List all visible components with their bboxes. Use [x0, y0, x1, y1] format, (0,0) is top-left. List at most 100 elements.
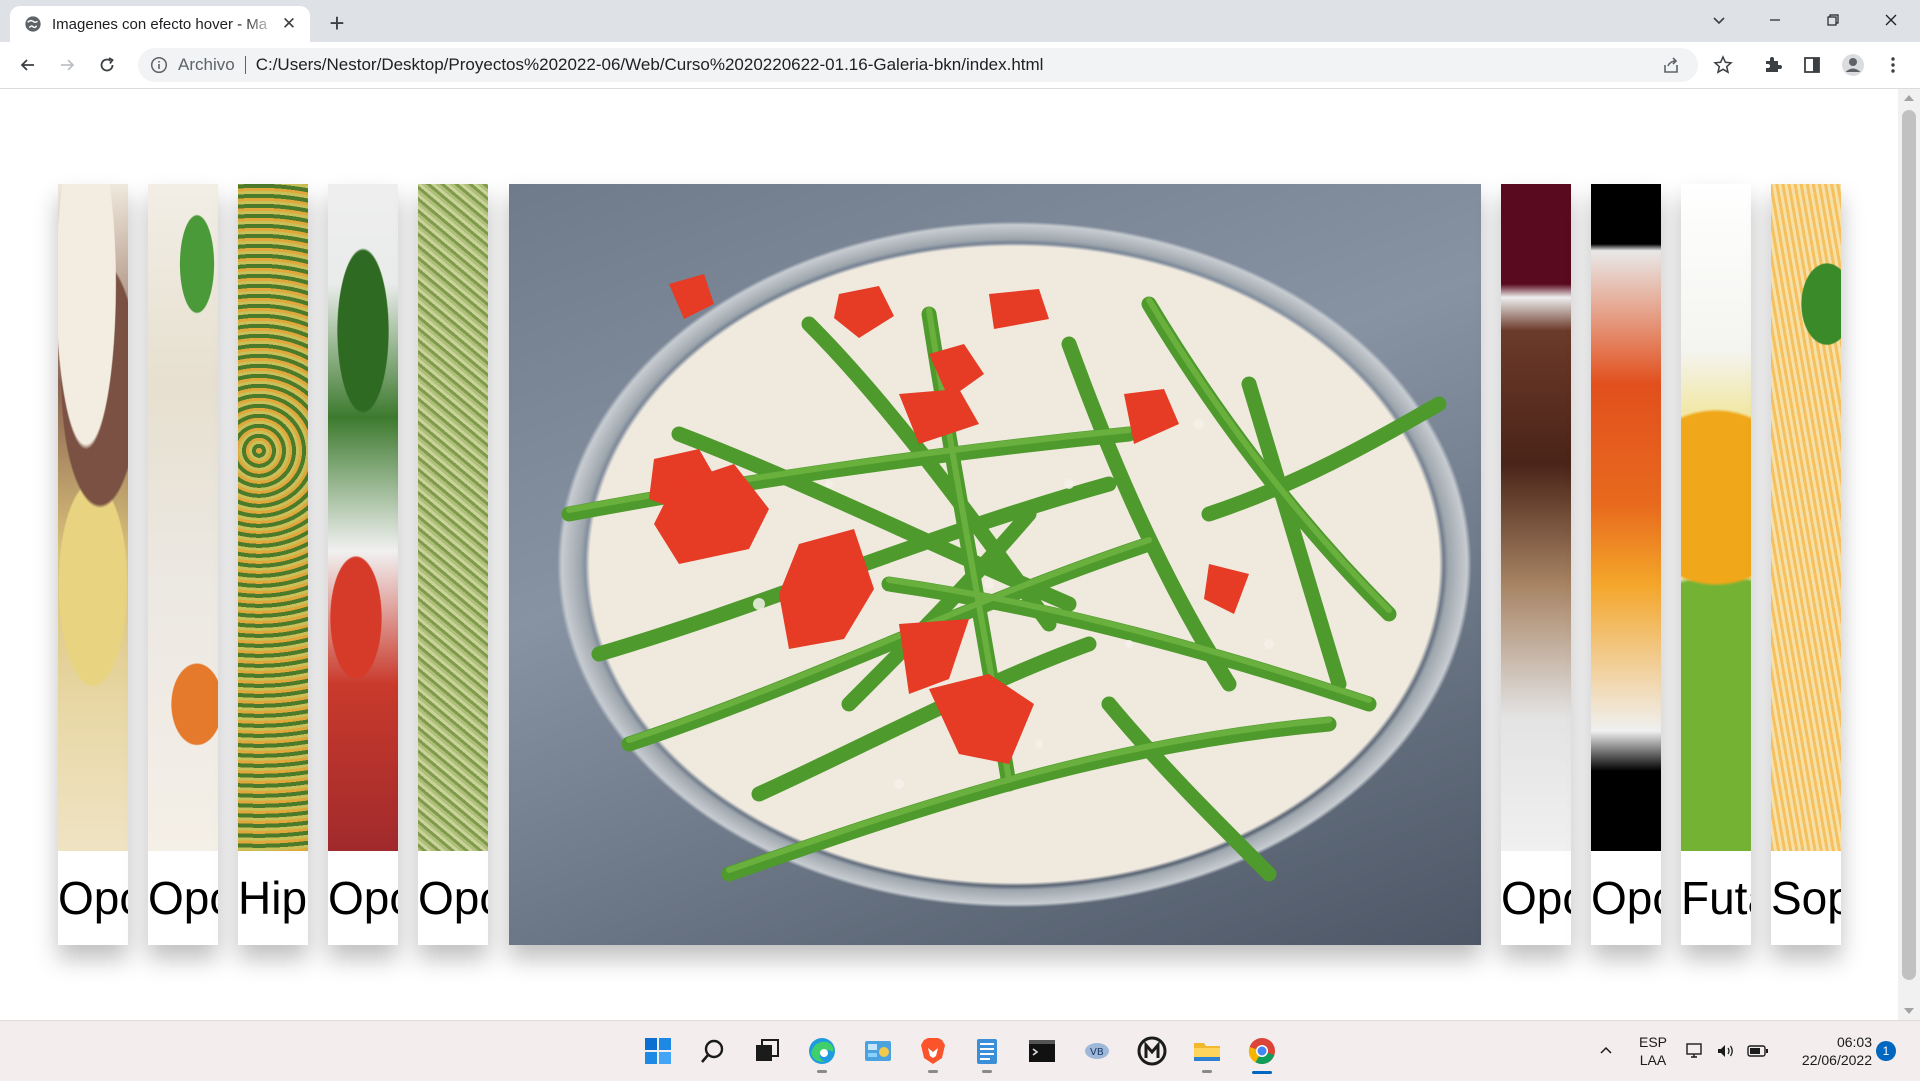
card-caption: Opc [418, 872, 488, 924]
card-caption: Sop [1771, 872, 1841, 924]
gallery-card[interactable]: Hip [238, 184, 308, 945]
input-language[interactable]: ESP LAA [1630, 1033, 1676, 1069]
scroll-up-arrow-icon[interactable] [1904, 95, 1914, 101]
network-icon [1686, 1043, 1702, 1058]
gallery-card[interactable]: Opc [1591, 184, 1661, 945]
gallery-card[interactable]: Sop [1771, 184, 1841, 945]
back-button[interactable] [14, 51, 42, 79]
tab-bar: Imagenes con efecto hover - Ma ✕ + [0, 0, 1920, 42]
keyboard-layout: LAA [1639, 1052, 1667, 1068]
share-button[interactable] [1660, 55, 1682, 77]
card-image [148, 184, 218, 851]
gallery-card[interactable]: Futa [1681, 184, 1751, 945]
task-view-icon [756, 1039, 779, 1061]
gallery-card[interactable]: Opc [148, 184, 218, 945]
start-button[interactable] [642, 1035, 674, 1067]
star-icon [1713, 55, 1733, 74]
globe-icon [25, 16, 41, 32]
new-tab-button[interactable]: + [322, 8, 352, 38]
tab-search-button[interactable] [1692, 0, 1746, 40]
circle-logo-icon [1137, 1036, 1167, 1066]
card-image [1591, 184, 1661, 851]
image-gallery: Opc Opc Hip Opc Opc [58, 184, 1841, 945]
reload-button[interactable] [93, 51, 121, 79]
card-caption: Opc [58, 872, 128, 924]
chevron-up-icon [1600, 1046, 1612, 1054]
browser-tab[interactable]: Imagenes con efecto hover - Ma ✕ [10, 6, 310, 42]
info-icon[interactable] [150, 56, 168, 74]
brave-app[interactable] [917, 1035, 949, 1073]
show-hidden-icons-button[interactable] [1594, 1035, 1618, 1067]
gallery-card[interactable]: Opc [58, 184, 128, 945]
close-tab-icon[interactable]: ✕ [278, 13, 300, 35]
clock[interactable]: 06:03 22/06/2022 [1782, 1033, 1872, 1069]
volume-status[interactable] [1714, 1035, 1738, 1067]
card-caption: Opc [1591, 872, 1661, 924]
reload-icon [100, 57, 114, 72]
brave-lion-icon [921, 1038, 945, 1064]
minimize-button[interactable] [1748, 0, 1802, 40]
scroll-thumb[interactable] [1902, 110, 1916, 980]
bookmark-button[interactable] [1712, 54, 1734, 76]
chrome-icon [1248, 1038, 1275, 1065]
speaker-icon [1718, 1045, 1733, 1057]
card-caption: Hip [238, 872, 308, 924]
profile-button[interactable] [1841, 53, 1865, 77]
control-panel-app[interactable] [862, 1035, 894, 1067]
omnibox-divider [244, 56, 246, 74]
close-icon [1885, 14, 1897, 26]
battery-status[interactable] [1746, 1035, 1770, 1067]
chrome-app[interactable] [1246, 1035, 1278, 1074]
card-image [238, 184, 308, 851]
page-viewport: Opc Opc Hip Opc Opc [0, 89, 1898, 1020]
edge-icon [809, 1038, 835, 1064]
side-panel-icon [1804, 57, 1820, 73]
menu-button[interactable] [1882, 54, 1904, 76]
search-button[interactable] [697, 1035, 729, 1067]
notepad-icon [977, 1039, 997, 1064]
notification-count: 1 [1882, 1044, 1890, 1058]
card-image [58, 184, 128, 851]
url-text[interactable]: C:/Users/Nestor/Desktop/Proyectos%202022… [256, 55, 1044, 75]
gallery-card[interactable]: Opc [1501, 184, 1571, 945]
vb-app[interactable]: VB [1081, 1035, 1113, 1067]
forward-button[interactable] [53, 51, 81, 79]
vb-icon: VB [1085, 1043, 1109, 1059]
scroll-down-arrow-icon[interactable] [1904, 1008, 1914, 1014]
extensions-button[interactable] [1762, 54, 1784, 76]
card-caption: Opc [148, 872, 218, 924]
notepad-app[interactable] [971, 1035, 1003, 1073]
vertical-scrollbar[interactable] [1898, 89, 1920, 1020]
svg-text:VB: VB [1090, 1047, 1104, 1058]
gallery-card[interactable]: Opc [328, 184, 398, 945]
notification-badge[interactable]: 1 [1876, 1041, 1896, 1061]
address-bar[interactable]: Archivo C:/Users/Nestor/Desktop/Proyecto… [138, 48, 1698, 82]
file-scheme-label: Archivo [178, 55, 235, 74]
gallery-card[interactable]: Opc [418, 184, 488, 945]
arrow-right-icon [61, 59, 75, 71]
task-view-button[interactable] [751, 1035, 783, 1067]
card-image-green-beans [509, 184, 1481, 945]
green-beans-illustration [561, 274, 1447, 882]
search-icon [701, 1039, 724, 1063]
chevron-down-icon [1713, 17, 1725, 25]
minimize-icon [1770, 19, 1780, 21]
file-explorer-app[interactable] [1191, 1035, 1223, 1073]
puzzle-icon [1766, 57, 1782, 72]
edge-app[interactable] [806, 1035, 838, 1073]
close-window-button[interactable] [1864, 0, 1918, 40]
card-caption: Opc [328, 872, 398, 924]
folder-icon [1194, 1043, 1220, 1061]
card-image [1501, 184, 1571, 851]
network-status[interactable] [1684, 1035, 1708, 1067]
dark-app[interactable] [1136, 1035, 1168, 1067]
gallery-card-expanded[interactable] [509, 184, 1481, 945]
restore-button[interactable] [1806, 0, 1860, 40]
card-image [1681, 184, 1751, 851]
running-indicator [928, 1070, 938, 1073]
battery-icon [1747, 1045, 1768, 1057]
card-image [1771, 184, 1841, 851]
side-panel-button[interactable] [1801, 54, 1823, 76]
card-image [418, 184, 488, 851]
terminal-app[interactable] [1026, 1035, 1058, 1067]
